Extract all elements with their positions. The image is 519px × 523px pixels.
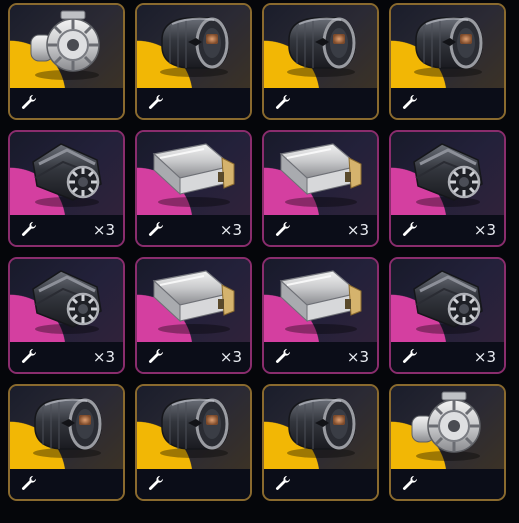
wrench-icon[interactable] xyxy=(274,220,292,238)
inventory-slot[interactable] xyxy=(262,384,379,501)
slot-footer xyxy=(10,469,123,499)
item-quantity: ×3 xyxy=(92,348,115,366)
slot-footer: ×3 xyxy=(10,215,123,245)
slot-footer: ×3 xyxy=(264,342,377,372)
inventory-slot[interactable]: ×3 xyxy=(135,130,252,247)
inventory-slot[interactable] xyxy=(8,3,125,120)
inventory-slot[interactable]: ×3 xyxy=(262,130,379,247)
slot-footer xyxy=(264,88,377,118)
turbo-engine-icon xyxy=(402,386,494,469)
item-image-area xyxy=(137,386,250,469)
round-tank-icon xyxy=(148,387,240,469)
slot-footer xyxy=(391,469,504,499)
round-tank-icon xyxy=(21,387,113,469)
wrench-icon[interactable] xyxy=(147,347,165,365)
item-image-area xyxy=(10,5,123,88)
item-image-area xyxy=(264,132,377,215)
item-image-area xyxy=(391,386,504,469)
slot-footer xyxy=(391,88,504,118)
inventory-slot[interactable]: ×3 xyxy=(135,257,252,374)
slot-footer: ×3 xyxy=(264,215,377,245)
wrench-icon[interactable] xyxy=(401,474,419,492)
round-tank-icon xyxy=(275,387,367,469)
item-image-area xyxy=(10,259,123,342)
inventory-slot[interactable] xyxy=(389,3,506,120)
wrench-icon[interactable] xyxy=(147,474,165,492)
inventory-slot[interactable]: ×3 xyxy=(262,257,379,374)
gear-canister-icon xyxy=(402,132,494,215)
item-quantity: ×3 xyxy=(219,348,242,366)
inventory-slot[interactable]: ×3 xyxy=(389,257,506,374)
slot-footer: ×3 xyxy=(10,342,123,372)
metal-bar-icon xyxy=(146,259,242,342)
slot-footer xyxy=(264,469,377,499)
item-quantity: ×3 xyxy=(346,221,369,239)
slot-footer: ×3 xyxy=(391,342,504,372)
item-quantity: ×3 xyxy=(92,221,115,239)
item-image-area xyxy=(264,259,377,342)
wrench-icon[interactable] xyxy=(147,220,165,238)
gear-canister-icon xyxy=(21,259,113,342)
slot-footer: ×3 xyxy=(391,215,504,245)
item-quantity: ×3 xyxy=(473,221,496,239)
item-quantity: ×3 xyxy=(346,348,369,366)
wrench-icon[interactable] xyxy=(20,347,38,365)
item-image-area xyxy=(10,132,123,215)
inventory-slot[interactable] xyxy=(135,3,252,120)
inventory-slot[interactable] xyxy=(8,384,125,501)
metal-bar-icon xyxy=(273,132,369,215)
slot-footer: ×3 xyxy=(137,215,250,245)
inventory-slot[interactable] xyxy=(135,384,252,501)
wrench-icon[interactable] xyxy=(147,93,165,111)
wrench-icon[interactable] xyxy=(20,93,38,111)
wrench-icon[interactable] xyxy=(20,220,38,238)
item-image-area xyxy=(10,386,123,469)
inventory-slot[interactable]: ×3 xyxy=(8,130,125,247)
inventory-slot[interactable] xyxy=(389,384,506,501)
wrench-icon[interactable] xyxy=(274,347,292,365)
item-quantity: ×3 xyxy=(219,221,242,239)
round-tank-icon xyxy=(148,6,240,88)
gear-canister-icon xyxy=(402,259,494,342)
slot-footer xyxy=(10,88,123,118)
slot-footer xyxy=(137,88,250,118)
round-tank-icon xyxy=(275,6,367,88)
wrench-icon[interactable] xyxy=(274,474,292,492)
gear-canister-icon xyxy=(21,132,113,215)
slot-footer xyxy=(137,469,250,499)
item-quantity: ×3 xyxy=(473,348,496,366)
item-image-area xyxy=(264,5,377,88)
item-image-area xyxy=(137,132,250,215)
item-image-area xyxy=(391,132,504,215)
item-image-area xyxy=(137,5,250,88)
wrench-icon[interactable] xyxy=(274,93,292,111)
item-image-area xyxy=(391,259,504,342)
wrench-icon[interactable] xyxy=(20,474,38,492)
wrench-icon[interactable] xyxy=(401,93,419,111)
inventory-grid: ×3 ×3 ×3 ×3 ×3 ×3 ×3 ×3 xyxy=(8,3,508,523)
inventory-slot[interactable] xyxy=(262,3,379,120)
metal-bar-icon xyxy=(146,132,242,215)
inventory-slot[interactable]: ×3 xyxy=(389,130,506,247)
item-image-area xyxy=(137,259,250,342)
wrench-icon[interactable] xyxy=(401,347,419,365)
slot-footer: ×3 xyxy=(137,342,250,372)
metal-bar-icon xyxy=(273,259,369,342)
item-image-area xyxy=(391,5,504,88)
turbo-engine-icon xyxy=(21,5,113,88)
inventory-slot[interactable]: ×3 xyxy=(8,257,125,374)
item-image-area xyxy=(264,386,377,469)
round-tank-icon xyxy=(402,6,494,88)
wrench-icon[interactable] xyxy=(401,220,419,238)
